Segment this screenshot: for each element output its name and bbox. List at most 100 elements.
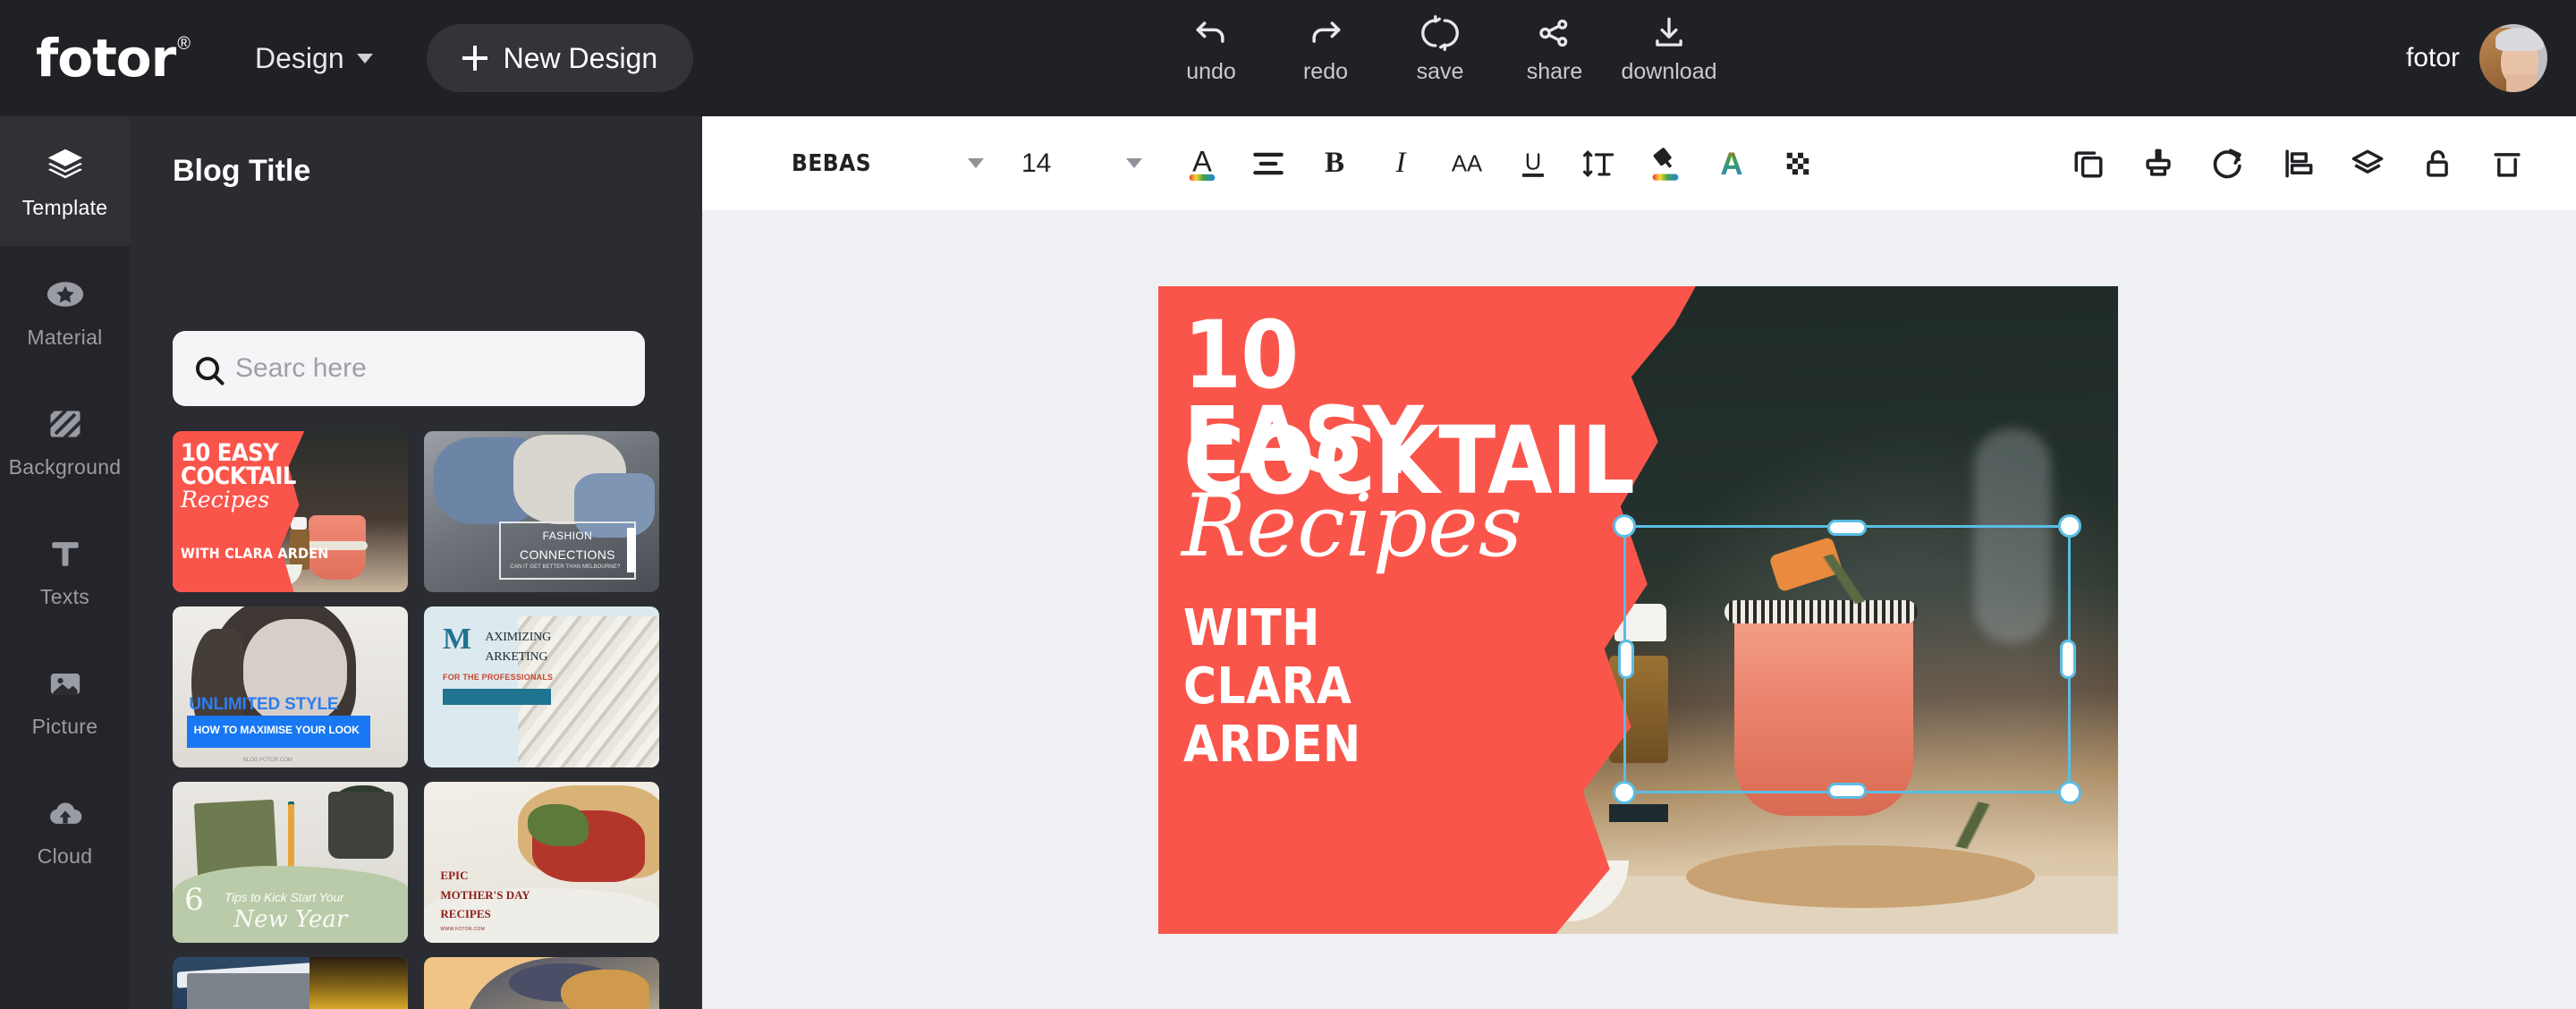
layers-icon — [45, 142, 86, 187]
align-center-icon — [1253, 152, 1284, 174]
design-menu[interactable]: Design — [255, 42, 373, 75]
format-toolbar: BEBAS 14 A B I AA U A — [702, 116, 2576, 210]
lock-button[interactable] — [2404, 131, 2470, 197]
search-input[interactable]: Searc here — [173, 331, 645, 406]
object-tools-group — [2052, 131, 2540, 197]
layers-button[interactable] — [2334, 131, 2401, 197]
thumb-newyear-number: 6 — [184, 882, 204, 919]
download-label: download — [1621, 59, 1717, 84]
design-canvas[interactable]: 10 EASY COCKTAIL Recipes WITH CLARA ARDE… — [1158, 286, 2118, 934]
svg-text:A: A — [1720, 146, 1742, 181]
sidebar-item-template[interactable]: Template — [0, 116, 130, 246]
thumb-marketing-letter: M — [443, 623, 472, 657]
avatar[interactable] — [2479, 24, 2547, 92]
save-icon — [1421, 13, 1459, 54]
sidebar-label-cloud: Cloud — [37, 844, 93, 868]
unlock-icon — [2427, 149, 2448, 177]
svg-text:U: U — [1525, 149, 1542, 174]
svg-text:A: A — [1192, 145, 1212, 177]
page-title: Blog Title — [173, 154, 311, 188]
trash-icon — [2494, 153, 2521, 177]
canvas-line4[interactable]: WITH CLARA ARDEN — [1183, 599, 1361, 774]
align-objects-icon — [2285, 149, 2313, 178]
template-thumb-christmas[interactable]: 12 BEST PLACES TO Celebrate Christmas — [173, 957, 408, 1009]
text-color-button[interactable]: A — [1169, 131, 1235, 197]
template-thumb-mothersday[interactable]: EPIC MOTHER'S DAY RECIPES WWW.FOTOR.COM — [424, 782, 659, 943]
chevron-down-icon — [968, 158, 984, 168]
sidebar-item-background[interactable]: Background — [0, 376, 130, 505]
new-design-button[interactable]: New Design — [426, 24, 694, 92]
template-thumb-dailyrecipe[interactable]: Daily recipe of one week — [424, 957, 659, 1009]
canvas-workspace[interactable]: 10 EASY COCKTAIL Recipes WITH CLARA ARDE… — [702, 210, 2576, 1009]
share-label: share — [1526, 59, 1583, 84]
top-bar: fotor ® Design New Design undo redo save… — [0, 0, 2576, 116]
star-icon — [45, 272, 86, 317]
fotor-logo[interactable]: fotor ® — [36, 32, 191, 84]
template-panel: Blog Title Searc here 10 EASY COCKTAIL R… — [130, 116, 702, 1009]
template-thumb-cocktail[interactable]: 10 EASY COCKTAIL Recipes WITH CLARA ARDE… — [173, 431, 408, 592]
bold-icon: B — [1325, 147, 1344, 179]
download-button[interactable]: download — [1612, 13, 1726, 85]
sidebar-rail: Template Material Background Texts Pictu… — [0, 116, 130, 1009]
font-family-select[interactable]: BEBAS — [792, 150, 984, 177]
align-button[interactable] — [1235, 131, 1301, 197]
rotate-icon — [2213, 148, 2241, 179]
chevron-down-icon — [1126, 158, 1142, 168]
align-objects-button[interactable] — [2265, 131, 2331, 197]
letter-case-button[interactable]: AA — [1434, 131, 1500, 197]
template-thumb-newyear[interactable]: 6 Tips to Kick Start Your New Year — [173, 782, 408, 943]
canvas-line3[interactable]: Recipes — [1182, 483, 1522, 569]
template-grid: 10 EASY COCKTAIL Recipes WITH CLARA ARDE… — [173, 431, 659, 1009]
sidebar-item-material[interactable]: Material — [0, 246, 130, 376]
line-spacing-icon — [1582, 149, 1614, 177]
sidebar-item-picture[interactable]: Picture — [0, 635, 130, 765]
text-gradient-button[interactable]: A — [1699, 131, 1765, 197]
transparency-button[interactable] — [1765, 131, 1831, 197]
svg-text:B: B — [1325, 147, 1344, 179]
stripes-icon — [46, 402, 85, 446]
thumb-cocktail-line3: Recipes — [181, 487, 270, 513]
format-painter-button[interactable] — [2125, 131, 2191, 197]
thumb-style-line3: BLOG.FOTOR.COM — [242, 757, 292, 763]
registered-trademark-icon: ® — [177, 34, 191, 54]
line-spacing-button[interactable] — [1566, 131, 1632, 197]
share-icon — [1536, 13, 1573, 54]
user-menu[interactable]: fotor — [2406, 0, 2547, 116]
format-painter-icon — [2146, 148, 2171, 176]
italic-button[interactable]: I — [1368, 131, 1434, 197]
design-menu-label: Design — [255, 41, 344, 74]
delete-button[interactable] — [2474, 131, 2540, 197]
italic-icon: I — [1395, 147, 1408, 179]
duplicate-icon — [2074, 151, 2103, 178]
underline-button[interactable]: U — [1500, 131, 1566, 197]
template-thumb-style[interactable]: UNLIMITED STYLE HOW TO MAXIMISE YOUR LOO… — [173, 606, 408, 767]
share-button[interactable]: share — [1497, 13, 1612, 85]
save-button[interactable]: save — [1383, 13, 1497, 85]
undo-button[interactable]: undo — [1154, 13, 1268, 85]
rotate-button[interactable] — [2195, 131, 2261, 197]
thumb-style-line2: HOW TO MAXIMISE YOUR LOOK — [193, 723, 360, 736]
redo-button[interactable]: redo — [1268, 13, 1383, 85]
sidebar-item-cloud[interactable]: Cloud — [0, 765, 130, 895]
chevron-down-icon — [356, 53, 373, 64]
bold-button[interactable]: B — [1301, 131, 1368, 197]
format-button-group: A B I AA U A — [1169, 131, 1831, 197]
template-thumb-marketing[interactable]: M AXIMIZING ARKETING FOR THE PROFESSIONA… — [424, 606, 659, 767]
sidebar-item-texts[interactable]: Texts — [0, 505, 130, 635]
transparency-icon — [1786, 152, 1809, 174]
underline-icon: U — [1522, 149, 1544, 177]
template-thumb-fashion[interactable]: FASHION CONNECTIONS CAN IT GET BETTER TH… — [424, 431, 659, 592]
sidebar-label-picture: Picture — [31, 715, 98, 738]
svg-text:I: I — [1395, 147, 1408, 179]
highlight-button[interactable] — [1632, 131, 1699, 197]
highlight-fill-icon — [1652, 147, 1679, 181]
duplicate-button[interactable] — [2055, 131, 2122, 197]
plus-icon — [462, 46, 487, 71]
letter-case-icon: AA — [1452, 151, 1483, 176]
font-size-value: 14 — [1021, 148, 1052, 178]
font-size-select[interactable]: 14 — [1021, 148, 1142, 179]
redo-label: redo — [1302, 59, 1349, 84]
download-icon — [1650, 13, 1688, 54]
sidebar-label-material: Material — [27, 326, 103, 349]
logo-text: fotor — [36, 28, 176, 89]
